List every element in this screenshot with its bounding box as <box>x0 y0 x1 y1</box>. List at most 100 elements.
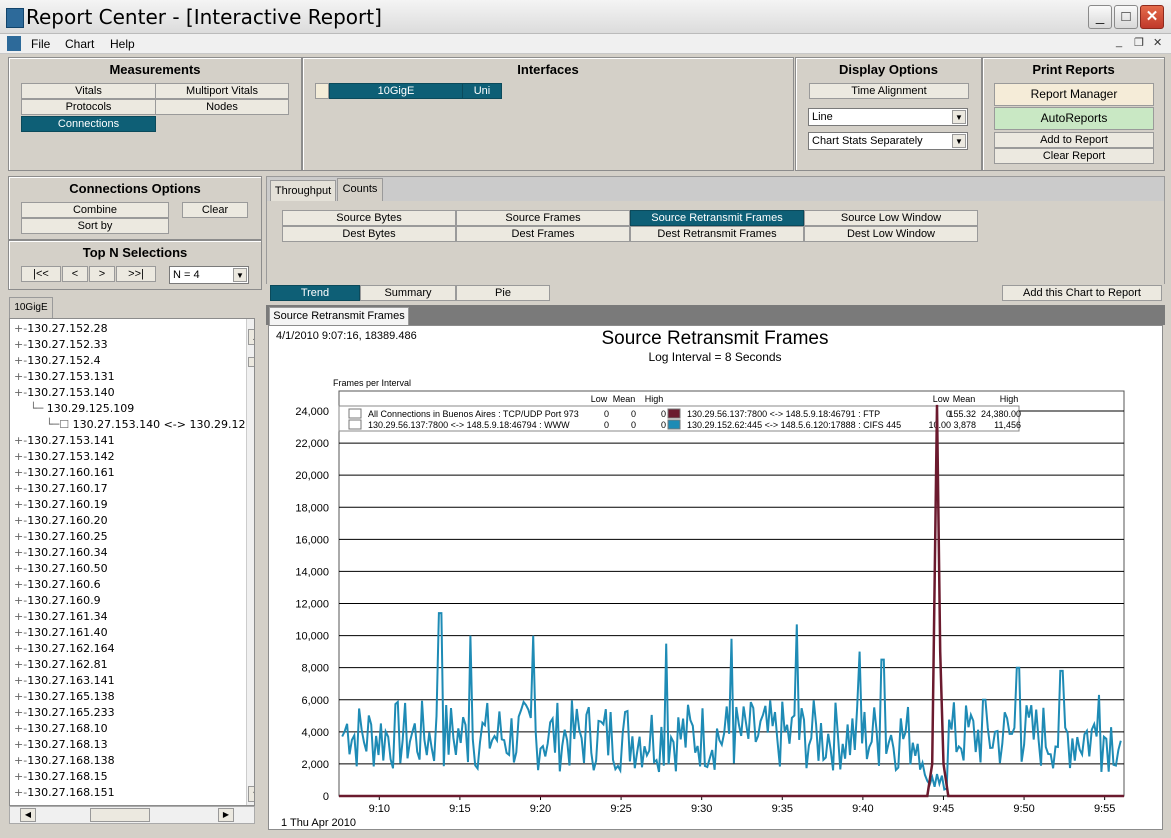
tree-expand-icon[interactable]: +- <box>14 482 27 495</box>
tree-expand-icon[interactable]: +- <box>14 594 27 607</box>
interface-10gige[interactable]: 10GigE <box>329 83 463 99</box>
tree-row[interactable]: +-130.27.168.15 <box>14 769 108 785</box>
minimize-icon[interactable]: _ <box>1088 5 1112 29</box>
tree-expand-icon[interactable]: +- <box>14 338 27 351</box>
connections-button[interactable]: Connections <box>21 116 156 132</box>
tree-row[interactable]: +-130.27.168.10 <box>14 721 108 737</box>
source-bytes-button[interactable]: Source Bytes <box>282 210 456 226</box>
tree-expand-icon[interactable]: +- <box>14 498 27 511</box>
clear-report-button[interactable]: Clear Report <box>994 148 1154 164</box>
nodes-button[interactable]: Nodes <box>155 99 289 115</box>
hscroll-thumb[interactable] <box>90 808 150 822</box>
maximize-icon[interactable]: □ <box>1114 5 1138 29</box>
dest-bytes-button[interactable]: Dest Bytes <box>282 226 456 242</box>
tab-counts[interactable]: Counts <box>337 178 383 202</box>
tree-row[interactable]: +-130.27.161.34 <box>14 609 108 625</box>
prev-button[interactable]: < <box>62 266 88 282</box>
tree-expand-icon[interactable]: +- <box>14 658 27 671</box>
tree-expand-icon[interactable]: +- <box>14 674 27 687</box>
tab-throughput[interactable]: Throughput <box>270 180 336 202</box>
tree-expand-icon[interactable]: +- <box>14 466 27 479</box>
tree-row[interactable]: +-130.27.153.140 <box>14 385 115 401</box>
time-alignment-button[interactable]: Time Alignment <box>809 83 969 99</box>
tree-row[interactable]: +-130.27.168.13 <box>14 737 108 753</box>
last-button[interactable]: >>| <box>116 266 156 282</box>
tree-row[interactable]: +-130.27.153.141 <box>14 433 115 449</box>
mdi-close-icon[interactable]: ✕ <box>1153 36 1162 49</box>
source-frames-button[interactable]: Source Frames <box>456 210 630 226</box>
tree-row[interactable]: +-130.27.163.141 <box>14 673 115 689</box>
tree-row[interactable]: +-130.27.160.25 <box>14 529 108 545</box>
autoreports-button[interactable]: AutoReports <box>994 107 1154 130</box>
scroll-left-icon[interactable]: ◀ <box>20 808 36 822</box>
tree-hscrollbar[interactable]: ◀ ▶ <box>9 806 255 824</box>
trend-button[interactable]: Trend <box>270 285 360 301</box>
tree-row[interactable]: +-130.27.160.161 <box>14 465 115 481</box>
tab-10gige[interactable]: 10GigE <box>9 297 53 319</box>
tree-expand-icon[interactable]: +- <box>14 610 27 623</box>
add-to-report-button[interactable]: Add to Report <box>994 132 1154 148</box>
protocols-button[interactable]: Protocols <box>21 99 156 115</box>
scroll-down-icon[interactable]: ▼ <box>248 786 254 802</box>
combine-button[interactable]: Combine <box>21 202 169 218</box>
tree-row[interactable]: +-130.27.152.33 <box>14 337 108 353</box>
tree-row[interactable]: +-130.27.153.142 <box>14 449 115 465</box>
tree-row[interactable]: +-130.27.152.28 <box>14 321 108 337</box>
tree-expand-icon[interactable]: +- <box>14 626 27 639</box>
tree-expand-icon[interactable]: └─ <box>30 402 47 415</box>
tree-expand-icon[interactable]: +- <box>14 642 27 655</box>
tree-row[interactable]: +-130.27.152.4 <box>14 353 101 369</box>
tree-expand-icon[interactable]: +- <box>14 386 27 399</box>
vitals-button[interactable]: Vitals <box>21 83 156 99</box>
tree-row[interactable]: +-130.27.168.151 <box>14 785 115 801</box>
tree-row[interactable]: +-130.27.162.81 <box>14 657 108 673</box>
tree-row[interactable]: └─☐ 130.27.153.140 <-> 130.29.125 <box>46 417 252 433</box>
tree-expand-icon[interactable]: +- <box>14 322 27 335</box>
tree-row[interactable]: +-130.27.160.20 <box>14 513 108 529</box>
source-low-window-button[interactable]: Source Low Window <box>804 210 978 226</box>
mdi-restore-icon[interactable]: ❐ <box>1134 36 1144 49</box>
multiport-vitals-button[interactable]: Multiport Vitals <box>155 83 289 99</box>
source-retransmit-frames-button[interactable]: Source Retransmit Frames <box>630 210 804 226</box>
top-n-select[interactable]: N = 4 ▼ <box>169 266 249 284</box>
tree-row[interactable]: └─ 130.29.125.109 <box>30 401 134 417</box>
tree-row[interactable]: +-130.27.160.9 <box>14 593 101 609</box>
menu-chart[interactable]: Chart <box>65 37 94 51</box>
tree-expand-icon[interactable]: +- <box>14 578 27 591</box>
tree-expand-icon[interactable]: +- <box>14 514 27 527</box>
dest-retransmit-frames-button[interactable]: Dest Retransmit Frames <box>630 226 804 242</box>
menu-file[interactable]: File <box>31 37 50 51</box>
scroll-thumb[interactable] <box>248 357 254 367</box>
tree-expand-icon[interactable]: +- <box>14 722 27 735</box>
tree-expand-icon[interactable]: +- <box>14 786 27 799</box>
tree-row[interactable]: +-130.27.162.164 <box>14 641 115 657</box>
tab-source-retransmit-frames[interactable]: Source Retransmit Frames <box>269 307 409 325</box>
interface-checkbox[interactable] <box>315 83 329 99</box>
mdi-minimize-icon[interactable]: _ <box>1116 36 1122 48</box>
tree-row[interactable]: +-130.27.160.17 <box>14 481 108 497</box>
tree-row[interactable]: +-130.27.153.131 <box>14 369 115 385</box>
chart-type-select[interactable]: Line ▼ <box>808 108 968 126</box>
tree-expand-icon[interactable]: +- <box>14 370 27 383</box>
menu-help[interactable]: Help <box>110 37 135 51</box>
add-chart-to-report-button[interactable]: Add this Chart to Report <box>1002 285 1162 301</box>
close-icon[interactable]: ✕ <box>1140 5 1164 29</box>
tree-expand-icon[interactable]: +- <box>14 754 27 767</box>
tree-row[interactable]: +-130.27.168.138 <box>14 753 115 769</box>
summary-button[interactable]: Summary <box>360 285 456 301</box>
clear-button[interactable]: Clear <box>182 202 248 218</box>
tree-expand-icon[interactable]: +- <box>14 690 27 703</box>
dest-frames-button[interactable]: Dest Frames <box>456 226 630 242</box>
scroll-right-icon[interactable]: ▶ <box>218 808 234 822</box>
tree-expand-icon[interactable]: +- <box>14 434 27 447</box>
stats-mode-select[interactable]: Chart Stats Separately ▼ <box>808 132 968 150</box>
dest-low-window-button[interactable]: Dest Low Window <box>804 226 978 242</box>
tree-row[interactable]: +-130.27.160.50 <box>14 561 108 577</box>
tree-expand-icon[interactable]: +- <box>14 354 27 367</box>
tree-row[interactable]: +-130.27.160.6 <box>14 577 101 593</box>
report-manager-button[interactable]: Report Manager <box>994 83 1154 106</box>
tree-expand-icon[interactable]: +- <box>14 450 27 463</box>
tree-row[interactable]: +-130.27.160.19 <box>14 497 108 513</box>
pie-button[interactable]: Pie <box>456 285 550 301</box>
tree-row[interactable]: +-130.27.165.233 <box>14 705 115 721</box>
